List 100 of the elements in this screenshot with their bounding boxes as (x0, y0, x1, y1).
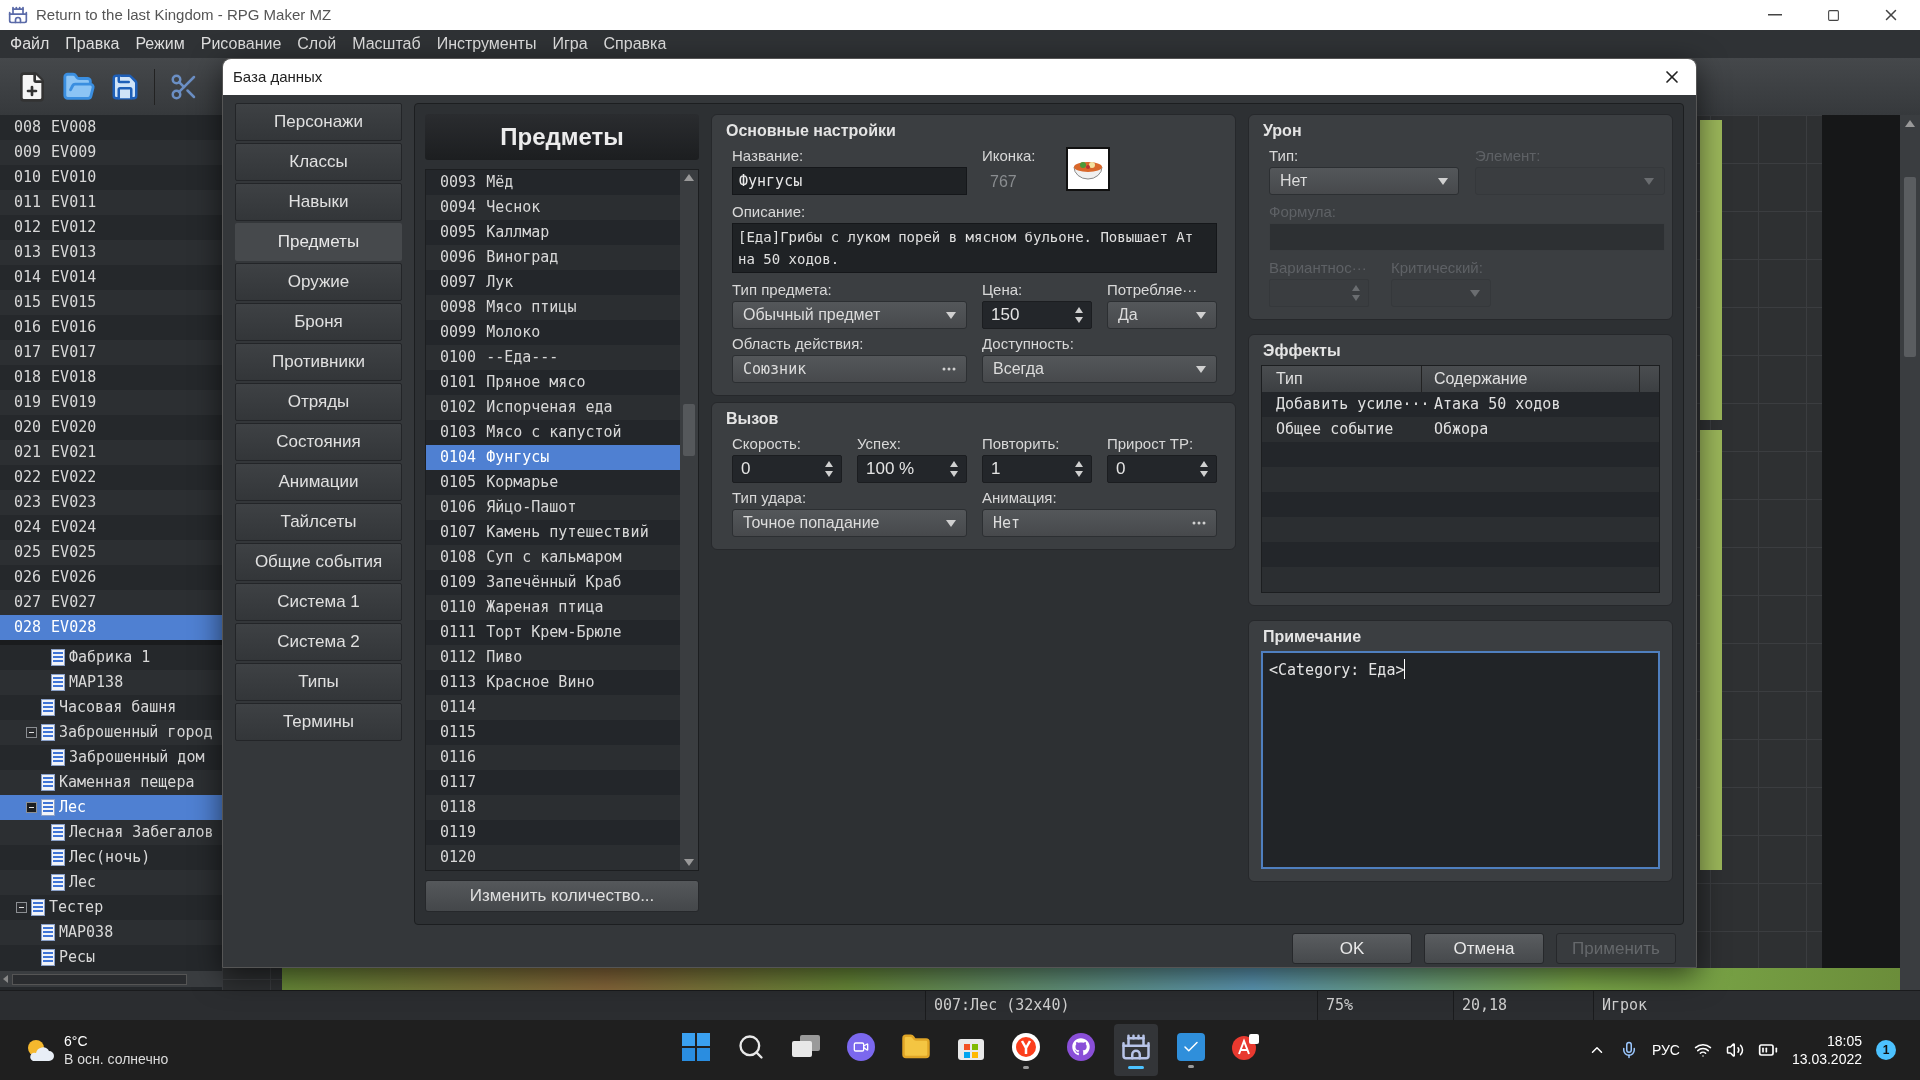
category-tab[interactable]: Типы (235, 663, 402, 701)
wifi-icon[interactable] (1693, 1041, 1712, 1059)
item-row[interactable]: 0110 Жареная птица (426, 595, 680, 620)
vertical-scrollbar[interactable] (1900, 115, 1920, 990)
item-row[interactable]: 0096 Виноград (426, 245, 680, 270)
category-tab[interactable]: Тайлсеты (235, 503, 402, 541)
dropdown[interactable]: Нет (1269, 167, 1459, 195)
category-tab[interactable]: Персонажи (235, 103, 402, 141)
tree-item[interactable]: Лес (0, 870, 222, 895)
category-tab[interactable]: Предметы (235, 223, 402, 261)
ellipsis-icon[interactable] (1192, 521, 1206, 525)
name-field[interactable]: Фунгусы (732, 167, 967, 195)
item-row[interactable]: 0118 (426, 795, 680, 820)
event-row[interactable]: 015 EV015 (0, 290, 222, 315)
item-row[interactable]: 0106 Яйцо-Пашот (426, 495, 680, 520)
number-field[interactable]: 1 (982, 455, 1092, 483)
item-row[interactable]: 0114 (426, 695, 680, 720)
number-field[interactable]: 0 (1107, 455, 1217, 483)
picker-field[interactable]: Союзник (732, 355, 967, 383)
language-indicator[interactable]: РУС (1651, 1039, 1680, 1061)
github-icon[interactable] (1067, 1032, 1095, 1061)
menu-item[interactable]: Масштаб (344, 32, 429, 56)
category-tab[interactable]: Система 1 (235, 583, 402, 621)
event-row[interactable]: 019 EV019 (0, 390, 222, 415)
item-row[interactable]: 0120 (426, 845, 680, 870)
item-row[interactable]: 0108 Суп с кальмаром (426, 545, 680, 570)
tree-item[interactable]: Лес (0, 795, 222, 820)
event-row[interactable]: 021 EV021 (0, 440, 222, 465)
scroll-left-arrow-icon[interactable] (2, 975, 10, 983)
number-field[interactable]: 100 % (857, 455, 967, 483)
event-row[interactable]: 017 EV017 (0, 340, 222, 365)
menu-item[interactable]: Игра (544, 32, 596, 56)
taskbar-button[interactable] (1114, 1024, 1158, 1076)
browser-icon[interactable] (1011, 1031, 1041, 1062)
number-field[interactable]: 150 (982, 301, 1092, 329)
category-tab[interactable]: Противники (235, 343, 402, 381)
tree-item[interactable]: MAP138 (0, 670, 222, 695)
category-tab[interactable]: Оружие (235, 263, 402, 301)
event-row[interactable]: 027 EV027 (0, 590, 222, 615)
event-row[interactable]: 009 EV009 (0, 140, 222, 165)
collapse-icon[interactable] (16, 902, 27, 913)
event-row[interactable]: 011 EV011 (0, 190, 222, 215)
collapse-icon[interactable] (26, 727, 37, 738)
menu-item[interactable]: Файл (2, 32, 58, 56)
video-chat-icon[interactable] (847, 1032, 875, 1061)
dialog-button[interactable]: Отмена (1424, 933, 1544, 964)
dropdown[interactable]: Всегда (982, 355, 1217, 383)
menu-item[interactable]: Инструменты (428, 32, 545, 56)
menu-item[interactable]: Рисование (192, 32, 290, 56)
category-tab[interactable]: Общие события (235, 543, 402, 581)
tree-item[interactable]: Каменная пещера (0, 770, 222, 795)
category-tab[interactable]: Броня (235, 303, 402, 341)
category-tab[interactable]: Термины (235, 703, 402, 741)
menu-item[interactable]: Правка (57, 32, 128, 56)
event-row[interactable]: 028 EV028 (0, 615, 222, 640)
scrollbar-thumb[interactable] (12, 973, 187, 985)
spin-arrows-icon[interactable] (1075, 460, 1083, 478)
event-row[interactable]: 013 EV013 (0, 240, 222, 265)
event-row[interactable]: 023 EV023 (0, 490, 222, 515)
scroll-up-arrow-icon[interactable] (684, 173, 694, 181)
dialog-button[interactable]: OK (1292, 933, 1412, 964)
scroll-up-arrow-icon[interactable] (1905, 119, 1915, 127)
dropdown[interactable]: Обычный предмет (732, 301, 967, 329)
tree-item[interactable]: Заброшенный город (0, 720, 222, 745)
category-tab[interactable]: Состояния (235, 423, 402, 461)
ellipsis-icon[interactable] (942, 367, 956, 371)
item-row[interactable]: 0100 --Еда--- (426, 345, 680, 370)
menu-item[interactable]: Режим (127, 32, 193, 56)
menu-item[interactable]: Справка (595, 32, 675, 56)
description-field[interactable]: [Еда]Грибы с луком порей в мясном бульоне. Повышает Ат на 50 ходов. (732, 223, 1217, 273)
item-row[interactable]: 0112 Пиво (426, 645, 680, 670)
menu-item[interactable]: Слой (289, 32, 345, 56)
number-field[interactable]: 0 (732, 455, 842, 483)
category-tab[interactable]: Система 2 (235, 623, 402, 661)
category-tab[interactable]: Классы (235, 143, 402, 181)
scrollbar-thumb[interactable] (1904, 177, 1916, 357)
app-icon[interactable] (1177, 1032, 1205, 1061)
change-count-button[interactable]: Изменить количество... (425, 880, 699, 912)
soup-bowl-icon[interactable] (1065, 147, 1110, 191)
dropdown[interactable]: Точное попадание (732, 509, 967, 537)
scrollbar-thumb[interactable] (683, 404, 695, 456)
tree-item[interactable]: Лесная Забегалов (0, 820, 222, 845)
start-icon[interactable] (682, 1032, 710, 1061)
category-tab[interactable]: Отряды (235, 383, 402, 421)
picker-field[interactable]: Нет (982, 509, 1217, 537)
category-tab[interactable]: Анимации (235, 463, 402, 501)
item-row[interactable]: 0104 Фунгусы (426, 445, 680, 470)
windows-icon[interactable] (792, 1034, 820, 1059)
item-row[interactable]: 0102 Испорченая еда (426, 395, 680, 420)
collapse-icon[interactable] (26, 802, 37, 813)
notification-badge[interactable]: 1 (1876, 1040, 1896, 1060)
spin-arrows-icon[interactable] (825, 460, 833, 478)
spin-arrows-icon[interactable] (1075, 306, 1083, 324)
event-row[interactable]: 025 EV025 (0, 540, 222, 565)
item-row[interactable]: 0094 Чеснок (426, 195, 680, 220)
translator-icon[interactable] (1231, 1031, 1261, 1062)
search-icon[interactable] (737, 1032, 765, 1061)
spin-arrows-icon[interactable] (1200, 460, 1208, 478)
item-row[interactable]: 0098 Мясо птицы (426, 295, 680, 320)
scroll-down-arrow-icon[interactable] (684, 859, 694, 867)
